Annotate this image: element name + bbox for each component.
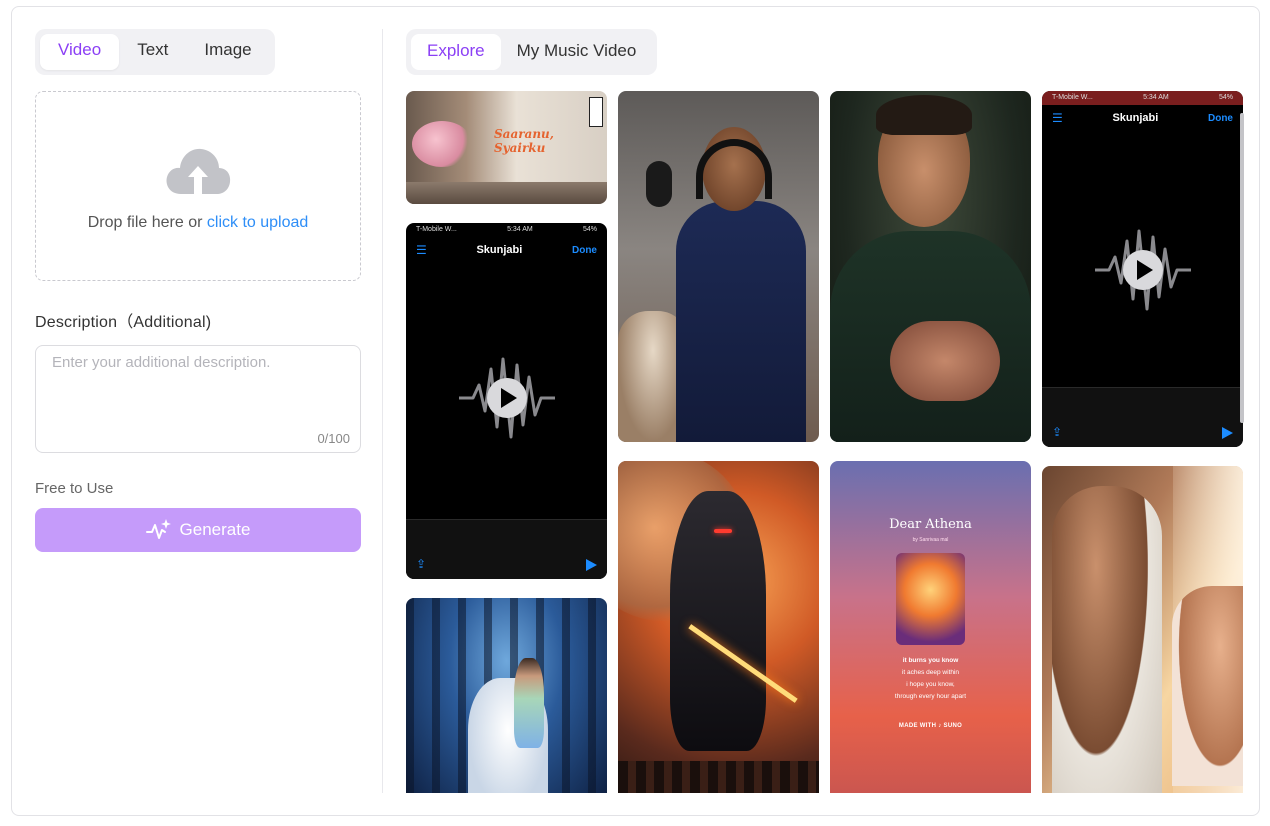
- man-image: [1052, 486, 1162, 793]
- share-icon[interactable]: ⇪: [1052, 425, 1062, 439]
- battery-text: 54%: [582, 226, 597, 233]
- description-box: 0/100: [35, 345, 361, 453]
- time-text: 5:34 AM: [507, 226, 533, 233]
- carrier-text: T-Mobile W...: [1052, 94, 1093, 101]
- gallery-tabs: Explore My Music Video: [406, 29, 658, 75]
- hands-ring-image: [890, 321, 1000, 401]
- sparkle-pulse-icon: [145, 519, 171, 539]
- waveform-play-icon: [1094, 229, 1191, 311]
- share-icon[interactable]: ⇪: [416, 557, 426, 571]
- video-card-ring[interactable]: [830, 91, 1031, 442]
- memo-title: Skunjabi: [1112, 112, 1159, 124]
- woman-image: [1172, 586, 1243, 786]
- fairy-girl-image: [514, 658, 544, 748]
- lyric-line: it aches deep within: [901, 669, 960, 676]
- free-to-use-label: Free to Use: [35, 480, 114, 497]
- robot-eye-image: [714, 529, 732, 533]
- play-icon[interactable]: [586, 559, 597, 571]
- battery-text: 54%: [1218, 94, 1233, 101]
- video-card-couple[interactable]: [1042, 466, 1243, 793]
- video-card-warrior[interactable]: [618, 461, 819, 793]
- click-to-upload-link[interactable]: click to upload: [207, 214, 308, 231]
- video-card-fairy[interactable]: [406, 598, 607, 793]
- tab-video[interactable]: Video: [40, 34, 120, 70]
- microphone-image: [646, 161, 672, 207]
- athena-lyrics: it burns you know it aches deep within i…: [830, 655, 1031, 703]
- made-with-suno: MADE WITH ♪ SUNO: [898, 723, 963, 729]
- gallery-scrollbar[interactable]: [1240, 113, 1244, 423]
- generate-label: Generate: [179, 520, 251, 539]
- status-bar: T-Mobile W... 5:34 AM 54%: [406, 223, 607, 237]
- man-hair-image: [876, 95, 972, 135]
- carrier-text: T-Mobile W...: [416, 226, 457, 233]
- wedding-card-title: Saaranu, Syairku: [494, 127, 554, 155]
- flowers-image: [412, 121, 472, 167]
- play-icon[interactable]: [1222, 427, 1233, 439]
- upload-dropzone[interactable]: Drop file here or click to upload: [35, 91, 361, 281]
- time-text: 5:34 AM: [1143, 94, 1169, 101]
- create-panel: Video Text Image Drop file here or click…: [35, 29, 361, 552]
- lyric-line: it burns you know: [902, 657, 959, 664]
- main-panel: Video Text Image Drop file here or click…: [11, 6, 1260, 816]
- list-icon: ☰: [416, 243, 427, 257]
- video-card-wedding[interactable]: Saaranu, Syairku: [406, 91, 607, 204]
- lyric-line: i hope you know,: [906, 681, 955, 688]
- tab-text[interactable]: Text: [119, 34, 186, 70]
- athena-title: Dear Athena: [889, 517, 972, 532]
- done-label: Done: [1207, 112, 1233, 124]
- panel-divider: [382, 29, 383, 793]
- floor-image: [406, 182, 607, 204]
- lyric-line: through every hour apart: [894, 693, 967, 700]
- character-counter: 0/100: [317, 431, 350, 446]
- playback-bar: [406, 519, 607, 579]
- generate-button[interactable]: Generate: [35, 508, 361, 552]
- playback-bar: [1042, 387, 1243, 447]
- phoenix-artwork: [896, 553, 965, 645]
- tab-explore[interactable]: Explore: [411, 34, 501, 70]
- done-label: Done: [571, 244, 597, 256]
- video-card-voice-memo-1[interactable]: T-Mobile W... 5:34 AM 54% ☰ Skunjabi Don…: [406, 223, 607, 579]
- cloud-upload-icon: [166, 148, 231, 194]
- description-label: Description（Additional): [35, 314, 212, 331]
- status-bar: T-Mobile W... 5:34 AM 54%: [1042, 91, 1243, 105]
- memo-nav-bar: ☰ Skunjabi Done: [1042, 107, 1243, 129]
- upload-message: Drop file here or click to upload: [88, 214, 309, 232]
- description-input[interactable]: [36, 346, 360, 426]
- athena-byline: by Sanrivaa mal: [912, 537, 949, 543]
- list-icon: ☰: [1052, 111, 1063, 125]
- logo-icon: [589, 97, 603, 127]
- memo-title: Skunjabi: [476, 244, 523, 256]
- memo-nav-bar: ☰ Skunjabi Done: [406, 239, 607, 261]
- input-type-tabs: Video Text Image: [35, 29, 275, 75]
- video-card-voice-memo-2[interactable]: T-Mobile W... 5:34 AM 54% ☰ Skunjabi Don…: [1042, 91, 1243, 447]
- waveform-play-icon: [458, 357, 555, 439]
- video-card-dear-athena[interactable]: Dear Athena by Sanrivaa mal it burns you…: [830, 461, 1031, 793]
- video-card-singer[interactable]: [618, 91, 819, 442]
- singer-body-image: [676, 201, 806, 442]
- crowd-image: [618, 761, 819, 793]
- gallery-panel: Explore My Music Video Saaranu, Syairku …: [406, 29, 1244, 793]
- tab-image[interactable]: Image: [186, 34, 269, 70]
- upload-text: Drop file here or: [87, 214, 207, 231]
- tab-my-music-video[interactable]: My Music Video: [501, 34, 653, 70]
